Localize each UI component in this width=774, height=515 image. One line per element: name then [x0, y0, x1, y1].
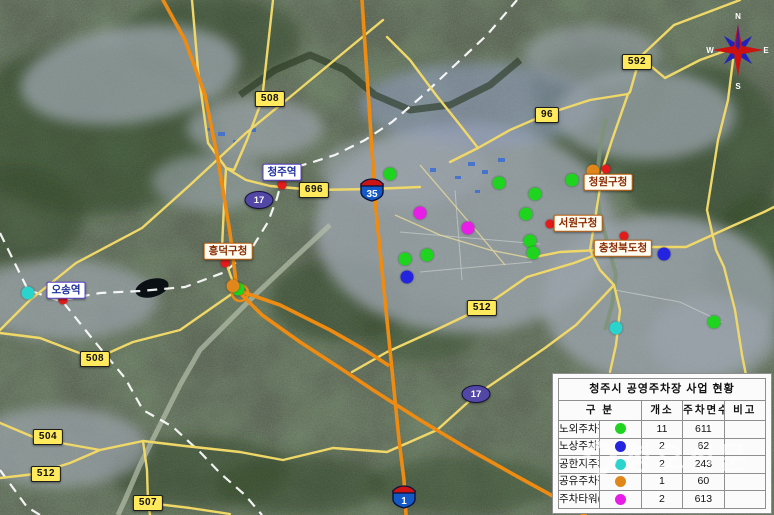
road-badge-508: 508 — [255, 91, 285, 107]
expressway-shield-35: 35 — [359, 178, 385, 202]
compass-e: E — [763, 46, 769, 55]
legend-marker-cyan — [600, 456, 641, 474]
legend-count: 2 — [641, 491, 682, 509]
label-cheongju-station: 청주역 — [263, 164, 302, 181]
legend-count: 2 — [641, 438, 682, 456]
parking-marker-green — [527, 247, 540, 260]
parking-marker-green — [524, 235, 537, 248]
road-badge-507: 507 — [133, 495, 163, 511]
parking-marker-magenta — [462, 222, 475, 235]
legend-spaces: 62 — [683, 438, 724, 456]
legend-header: 구 분 — [559, 401, 642, 421]
label-chungbuk-provincial-office: 충청북도청 — [594, 240, 652, 257]
cheongju-parking-map: 청주역오송역 흥덕구청 청원구청서원구청충청북도청 508 696 96 592 508 504… — [0, 0, 774, 515]
legend-count: 11 — [641, 421, 682, 439]
road-badge-96: 96 — [535, 107, 559, 123]
legend-row: 공유주차장 160 — [559, 473, 766, 491]
legend-title: 청주시 공영주차장 사업 현황 — [559, 379, 766, 401]
legend-table: 청주시 공영주차장 사업 현황구 분개소주차면수비고노외주차장11611노상주차… — [558, 378, 766, 509]
cheongju-station-marker — [278, 181, 287, 190]
parking-marker-green — [520, 208, 533, 221]
legend-header-row: 구 분개소주차면수비고 — [559, 401, 766, 421]
road-badge-592: 592 — [622, 54, 652, 70]
legend-count: 2 — [641, 456, 682, 474]
legend-marker-magenta — [600, 491, 641, 509]
legend-marker-orange — [600, 473, 641, 491]
label-osong-station: 오송역 — [47, 282, 86, 299]
expressway-shield-1: 1 — [391, 485, 417, 509]
legend-row-label: 공한지주차장 — [559, 456, 600, 474]
label-seowon-gu-office: 서원구청 — [554, 215, 603, 232]
road-badge-504: 504 — [33, 429, 63, 445]
legend-note — [724, 421, 765, 439]
legend-row-label: 노상주차장 — [559, 438, 600, 456]
legend-spaces: 60 — [683, 473, 724, 491]
compass-n: N — [735, 12, 741, 21]
legend-spaces: 613 — [683, 491, 724, 509]
legend-row: 노상주차장 262 — [559, 438, 766, 456]
compass-w: W — [706, 46, 714, 55]
svg-text:35: 35 — [366, 189, 378, 200]
parking-marker-magenta — [414, 207, 427, 220]
parking-marker-blue — [658, 248, 671, 261]
label-heungdeok-gu-office: 흥덕구청 — [204, 243, 253, 260]
route-oval-17: 17 — [462, 385, 491, 403]
parking-marker-cyan — [610, 322, 623, 335]
label-cheongwon-gu-office: 청원구청 — [584, 174, 633, 191]
compass-rose: N S W E — [706, 10, 770, 92]
legend-count: 1 — [641, 473, 682, 491]
parking-marker-green — [566, 174, 579, 187]
parking-marker-orange — [227, 280, 240, 293]
legend-row: 공한지주차장 2243 — [559, 456, 766, 474]
legend-row-label: 공유주차장 — [559, 473, 600, 491]
road-badge-696: 696 — [299, 182, 329, 198]
parking-marker-green — [708, 316, 721, 329]
legend-marker-green — [600, 421, 641, 439]
road-badge-508: 508 — [80, 351, 110, 367]
parking-marker-green — [384, 168, 397, 181]
parking-marker-green — [421, 249, 434, 262]
legend-note — [724, 438, 765, 456]
parking-marker-green — [529, 188, 542, 201]
legend-note — [724, 473, 765, 491]
parking-marker-blue — [401, 271, 414, 284]
road-badge-512: 512 — [467, 300, 497, 316]
legend-panel: 청주시 공영주차장 사업 현황구 분개소주차면수비고노외주차장11611노상주차… — [552, 373, 772, 514]
heungdeok-gu-office-marker — [221, 259, 230, 268]
legend-header: 비고 — [724, 401, 765, 421]
legend-row: 노외주차장 11611 — [559, 421, 766, 439]
legend-header: 개소 — [641, 401, 682, 421]
cheongwon-gu-office-marker — [602, 165, 611, 174]
parking-marker-green — [493, 177, 506, 190]
legend-note — [724, 491, 765, 509]
legend-note — [724, 456, 765, 474]
compass-s: S — [735, 82, 741, 91]
parking-marker-cyan — [22, 287, 35, 300]
svg-text:1: 1 — [401, 496, 407, 507]
legend-row-label: 주차타워(기타) — [559, 491, 600, 509]
road-badge-512: 512 — [31, 466, 61, 482]
legend-row-label: 노외주차장 — [559, 421, 600, 439]
legend-header: 주차면수 — [683, 401, 724, 421]
parking-marker-green — [399, 253, 412, 266]
legend-spaces: 611 — [683, 421, 724, 439]
legend-row: 주차타워(기타) 2613 — [559, 491, 766, 509]
legend-marker-blue — [600, 438, 641, 456]
route-oval-17: 17 — [245, 191, 274, 209]
legend-spaces: 243 — [683, 456, 724, 474]
